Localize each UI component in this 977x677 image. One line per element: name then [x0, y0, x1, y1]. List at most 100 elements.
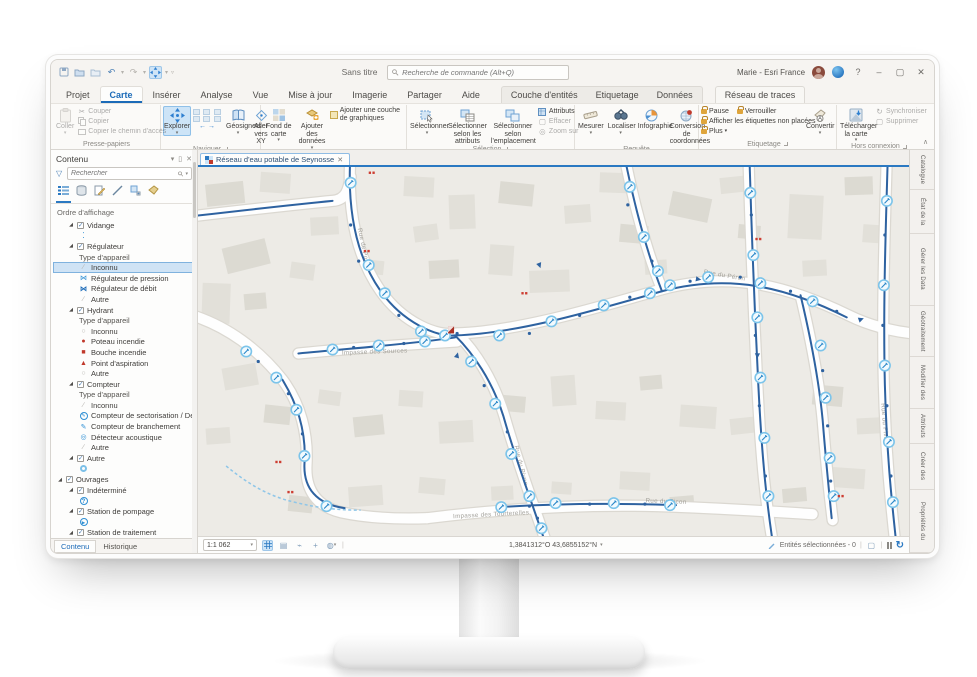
right-tab-modifier-des-entit-s[interactable]: Modifier des entités: [910, 357, 934, 409]
layer-checkbox[interactable]: ✓: [77, 508, 84, 515]
redo-dropdown-icon[interactable]: ▾: [143, 69, 146, 76]
undo-dropdown-icon[interactable]: ▾: [121, 69, 124, 76]
layer-item-r-gulateur[interactable]: ◢✓Régulateur: [53, 241, 197, 252]
select-button[interactable]: Sélectionner▾: [409, 106, 445, 136]
layers-icon[interactable]: ▤: [278, 540, 289, 551]
layer-symbol[interactable]: ?: [53, 495, 197, 506]
layer-symbol[interactable]: ▶: [53, 517, 197, 528]
expander-icon[interactable]: ◢: [68, 455, 74, 461]
contents-search-input[interactable]: [71, 170, 176, 177]
ribbon-tab-carte[interactable]: Carte: [101, 87, 142, 103]
explore-button[interactable]: Explorer▾: [163, 106, 191, 136]
list-by-labeling-icon[interactable]: [148, 185, 159, 200]
globe-icon[interactable]: ◍▾: [326, 540, 337, 551]
undo-icon[interactable]: ↶: [105, 66, 118, 79]
open-project-icon[interactable]: [73, 66, 86, 79]
list-by-drawing-order-icon[interactable]: [58, 185, 69, 200]
layer-item-autre[interactable]: ◢✓Autre: [53, 453, 197, 464]
add-feature-icon[interactable]: +: [310, 540, 321, 551]
scale-select[interactable]: 1:1 062 ▾: [203, 539, 257, 551]
right-tab-propri-t-s-du-diagramme[interactable]: Propriétés du diagramme: [910, 490, 934, 553]
pause-drawing-icon[interactable]: [887, 542, 892, 549]
right-tab-cr-er-des-entit-s[interactable]: Créer des entités: [910, 444, 934, 490]
ribbon-tab-r-seau-de-traces[interactable]: Réseau de traces: [716, 87, 805, 103]
add-graphics-layer-button[interactable]: Ajouter une couche de graphiques: [330, 107, 404, 122]
convert-labels-button[interactable]: A Convertir▾: [805, 106, 835, 136]
map-tab-close-icon[interactable]: ✕: [337, 156, 343, 164]
field-heading[interactable]: Type d'appareil: [53, 390, 197, 401]
ribbon-tab-mise-jour[interactable]: Mise à jour: [279, 87, 341, 103]
right-tab-attributs[interactable]: Attributs: [910, 409, 934, 444]
navigate-cluster[interactable]: ←→: [193, 106, 223, 130]
symbol-class-compteur-de-sectorisation-d-bi[interactable]: ✎Compteur de sectorisation / Débitmèt…: [53, 411, 197, 422]
avatar[interactable]: [812, 66, 825, 79]
coordinates-readout[interactable]: 1,3841312°O 43,6855152°N ▾: [509, 542, 603, 549]
pause-labels-button[interactable]: Pause: [701, 107, 729, 116]
list-by-editing-icon[interactable]: [94, 185, 105, 200]
expander-icon[interactable]: ◢: [68, 530, 74, 536]
command-search-input[interactable]: [402, 68, 564, 77]
explore-tool-icon[interactable]: [149, 66, 162, 79]
expander-icon[interactable]: ◢: [68, 508, 74, 514]
symbol-class-inconnu[interactable]: ∕Inconnu: [53, 262, 197, 273]
ribbon-tab-partager[interactable]: Partager: [398, 87, 451, 103]
symbol-class-inconnu[interactable]: ∕Inconnu: [53, 400, 197, 411]
symbol-class-d-tecteur-acoustique[interactable]: ◎Détecteur acoustique: [53, 432, 197, 443]
redo-icon[interactable]: ↷: [127, 66, 140, 79]
symbol-class-r-gulateur-de-pression[interactable]: ⋈Régulateur de pression: [53, 273, 197, 284]
symbol-class-autre[interactable]: ∕Autre: [53, 294, 197, 305]
map-view-tab[interactable]: Réseau d'eau potable de Seynosse ✕: [200, 153, 350, 165]
map-svg[interactable]: Rue de PontImpasse des SourcesRue du Pér…: [198, 167, 909, 536]
command-search[interactable]: [387, 65, 569, 80]
expander-icon[interactable]: ◢: [68, 487, 74, 493]
list-by-snapping-icon[interactable]: [112, 185, 123, 200]
layer-checkbox[interactable]: ✓: [77, 243, 84, 250]
ribbon-tab-analyse[interactable]: Analyse: [192, 87, 242, 103]
layer-item-ind-termin-[interactable]: ◢✓Indéterminé: [53, 485, 197, 496]
grid-view-icon[interactable]: [262, 540, 273, 551]
expander-icon[interactable]: ◢: [68, 307, 74, 313]
help-button[interactable]: ?: [851, 67, 865, 77]
layer-item-compteur[interactable]: ◢✓Compteur: [53, 379, 197, 390]
select-by-attributes-button[interactable]: Sélectionner selon les attributs: [447, 106, 488, 146]
ribbon-tab-donn-es[interactable]: Données: [648, 87, 702, 103]
copy-button[interactable]: Copier: [77, 117, 166, 126]
minimize-button[interactable]: –: [872, 67, 886, 77]
expander-icon[interactable]: ◢: [68, 243, 74, 249]
list-by-data-source-icon[interactable]: [76, 185, 87, 200]
expander-icon[interactable]: ◢: [57, 477, 63, 483]
list-by-selection-icon[interactable]: [130, 185, 141, 200]
sync-button[interactable]: ↻Synchroniser: [875, 107, 927, 116]
layer-checkbox[interactable]: ✓: [77, 222, 84, 229]
contents-search[interactable]: ▾: [67, 167, 192, 180]
ribbon-tab-projet[interactable]: Projet: [57, 87, 99, 103]
lock-labels-button[interactable]: Verrouiller: [737, 107, 777, 116]
download-map-button[interactable]: Télécharger la carte▾: [839, 106, 873, 143]
field-heading[interactable]: Type d'appareil: [53, 252, 197, 263]
notifications-icon[interactable]: [832, 66, 844, 78]
more-labels-button[interactable]: Plus▾: [701, 127, 803, 136]
save-icon[interactable]: [57, 66, 70, 79]
collapse-ribbon-icon[interactable]: ∧: [921, 138, 932, 149]
layer-checkbox[interactable]: ✓: [66, 476, 73, 483]
remove-button[interactable]: ▢Supprimer: [875, 117, 927, 126]
ribbon-tab-ins-rer[interactable]: Insérer: [144, 87, 190, 103]
labeling-dialog-launcher-icon[interactable]: [784, 142, 788, 146]
ribbon-tab-etiquetage[interactable]: Etiquetage: [587, 87, 648, 103]
tab-contents[interactable]: Contenu: [55, 541, 95, 552]
symbol-class-bouche-incendie[interactable]: ■Bouche incendie: [53, 347, 197, 358]
explore-dropdown-icon[interactable]: ▾: [165, 69, 168, 76]
clear-selection-button[interactable]: ▢Effacer: [538, 117, 579, 126]
contents-scrollbar[interactable]: [192, 150, 197, 553]
bookmarks-button[interactable]: Géosignets▾: [225, 106, 251, 136]
right-tab-catalogue[interactable]: Catalogue: [910, 150, 934, 190]
expander-icon[interactable]: ◢: [68, 222, 74, 228]
layer-item-station-de-traitement[interactable]: ◢✓Station de traitement: [53, 527, 197, 538]
symbol-class-r-gulateur-de-d-bit[interactable]: ⋈Régulateur de débit: [53, 284, 197, 295]
layer-symbol[interactable]: [53, 464, 197, 475]
copy-path-button[interactable]: Copier le chemin d'accès: [77, 127, 166, 136]
layer-checkbox[interactable]: ✓: [77, 307, 84, 314]
select-by-location-button[interactable]: Sélectionner selon l'emplacement: [490, 106, 536, 146]
right-tab-g-rer-les-data-stores-inscrits[interactable]: Gérer les Data Stores inscrits: [910, 234, 934, 306]
basemap-button[interactable]: Fond de carte▾: [263, 106, 294, 143]
